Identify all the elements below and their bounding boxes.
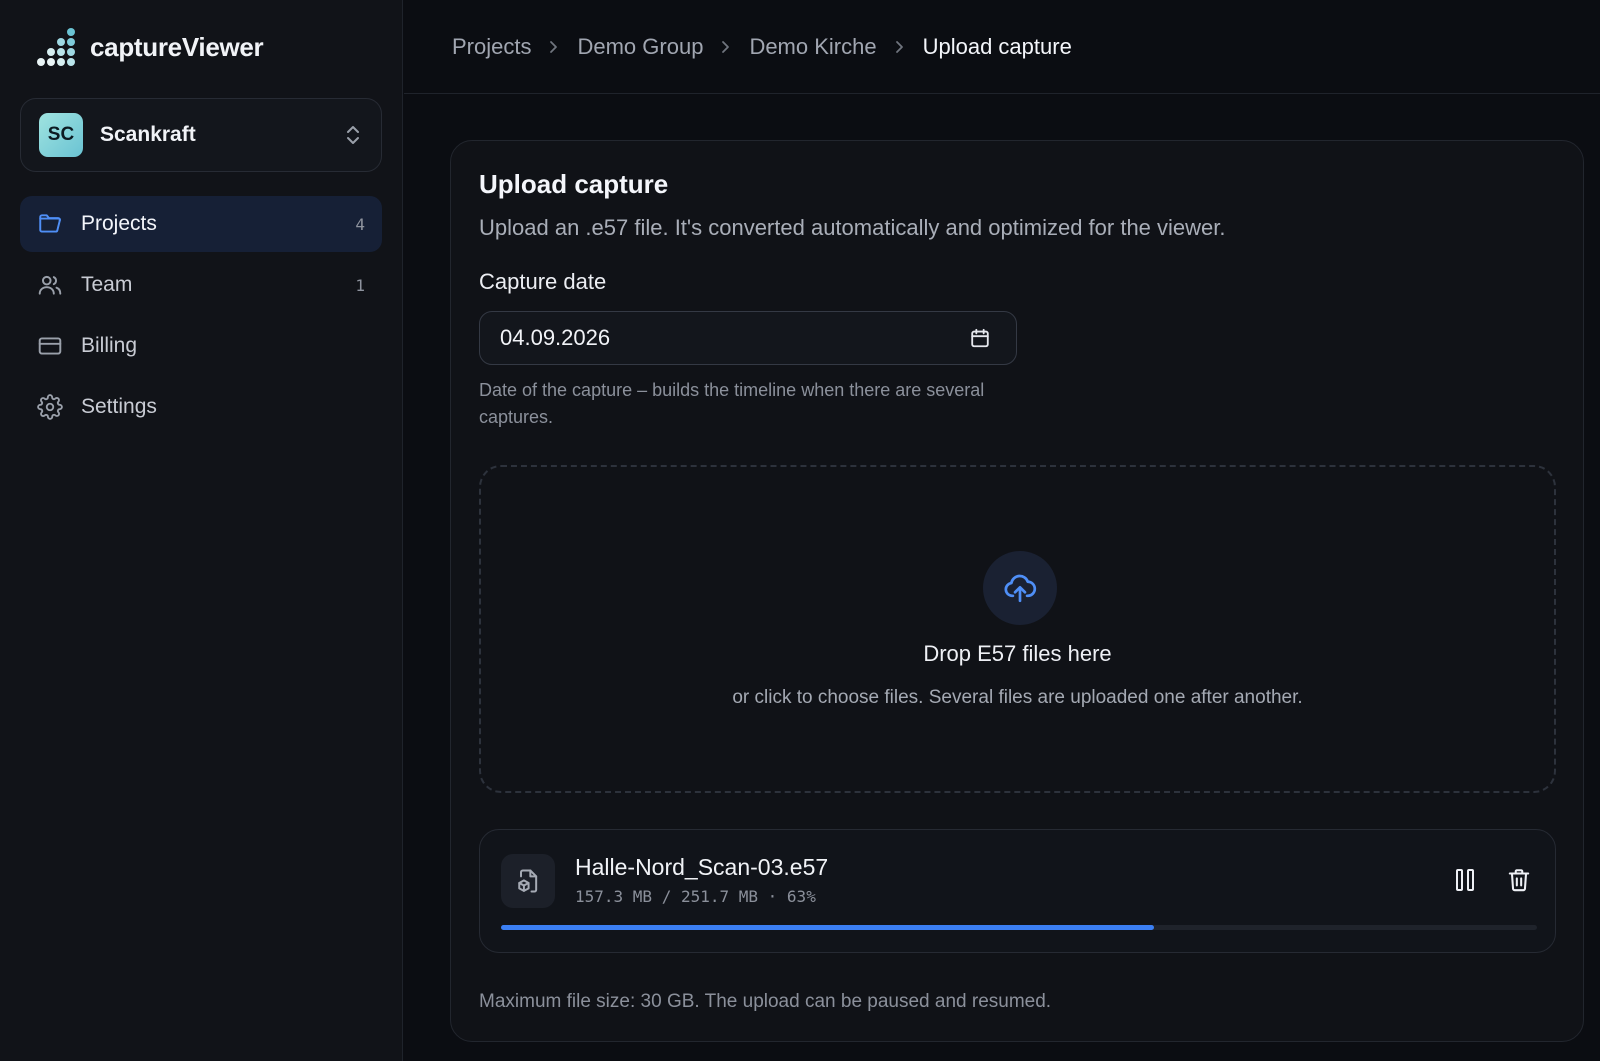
org-switcher[interactable]: SC Scankraft	[20, 98, 382, 172]
chevron-right-icon	[894, 39, 906, 55]
breadcrumb: Projects Demo Group Demo Kirche Upload c…	[404, 0, 1600, 94]
file-progress-text: 157.3 MB / 251.7 MB · 63%	[575, 887, 816, 906]
sidebar-item-label: Team	[81, 273, 133, 296]
chevron-up-down-icon	[347, 126, 359, 144]
sidebar-nav: Projects 4 Team 1 Billing Settings	[20, 196, 382, 440]
brand[interactable]: captureViewer	[36, 27, 264, 67]
file-name: Halle-Nord_Scan-03.e57	[575, 854, 829, 880]
sidebar-item-count: 1	[355, 275, 365, 295]
breadcrumb-current: Upload capture	[922, 33, 1072, 59]
upload-card: Upload capture Upload an .e57 file. It's…	[450, 140, 1584, 1042]
credit-card-icon	[37, 333, 63, 359]
gear-icon	[37, 394, 63, 420]
breadcrumb-project[interactable]: Demo Kirche	[749, 34, 876, 60]
sidebar-item-count: 4	[355, 214, 365, 234]
org-avatar: SC	[39, 113, 83, 157]
dropzone-subtitle: or click to choose files. Several files …	[732, 687, 1303, 708]
chevron-right-icon	[720, 39, 732, 55]
upload-progress-track	[501, 925, 1537, 930]
page-subtitle: Upload an .e57 file. It's converted auto…	[479, 215, 1226, 240]
calendar-icon[interactable]	[964, 322, 996, 354]
capture-date-input[interactable]	[500, 325, 900, 351]
sidebar: captureViewer SC Scankraft Projects 4 Te…	[0, 0, 403, 1061]
sidebar-item-team[interactable]: Team 1	[20, 257, 382, 313]
breadcrumb-group[interactable]: Demo Group	[577, 34, 703, 60]
app-name: captureViewer	[90, 31, 264, 62]
pause-icon[interactable]	[1449, 864, 1481, 896]
sidebar-item-label: Settings	[81, 395, 157, 418]
file-dropzone[interactable]: Drop E57 files here or click to choose f…	[479, 465, 1556, 793]
page-title: Upload capture	[479, 169, 669, 199]
sidebar-item-label: Billing	[81, 334, 138, 357]
trash-icon[interactable]	[1503, 864, 1535, 896]
chevron-right-icon	[548, 39, 560, 55]
sidebar-item-billing[interactable]: Billing	[20, 318, 382, 374]
max-size-note: Maximum file size: 30 GB. The upload can…	[479, 991, 1052, 1012]
org-name: Scankraft	[100, 123, 196, 146]
capture-date-field[interactable]	[479, 311, 1017, 365]
file-cube-icon	[501, 854, 555, 908]
capture-date-label: Capture date	[479, 269, 607, 294]
folder-icon	[37, 211, 63, 237]
upload-progress-fill	[501, 925, 1154, 930]
upload-file-item: Halle-Nord_Scan-03.e57 157.3 MB / 251.7 …	[479, 829, 1556, 953]
sidebar-item-settings[interactable]: Settings	[20, 379, 382, 435]
users-icon	[37, 272, 63, 298]
file-actions	[1449, 864, 1535, 896]
sidebar-item-projects[interactable]: Projects 4	[20, 196, 382, 252]
sidebar-item-label: Projects	[81, 212, 157, 235]
breadcrumb-projects[interactable]: Projects	[452, 34, 531, 60]
dot-grid-logo	[37, 28, 75, 66]
upload-cloud-icon	[983, 551, 1057, 625]
dropzone-title: Drop E57 files here	[923, 641, 1112, 666]
capture-date-hint: Date of the capture – builds the timelin…	[479, 380, 985, 427]
